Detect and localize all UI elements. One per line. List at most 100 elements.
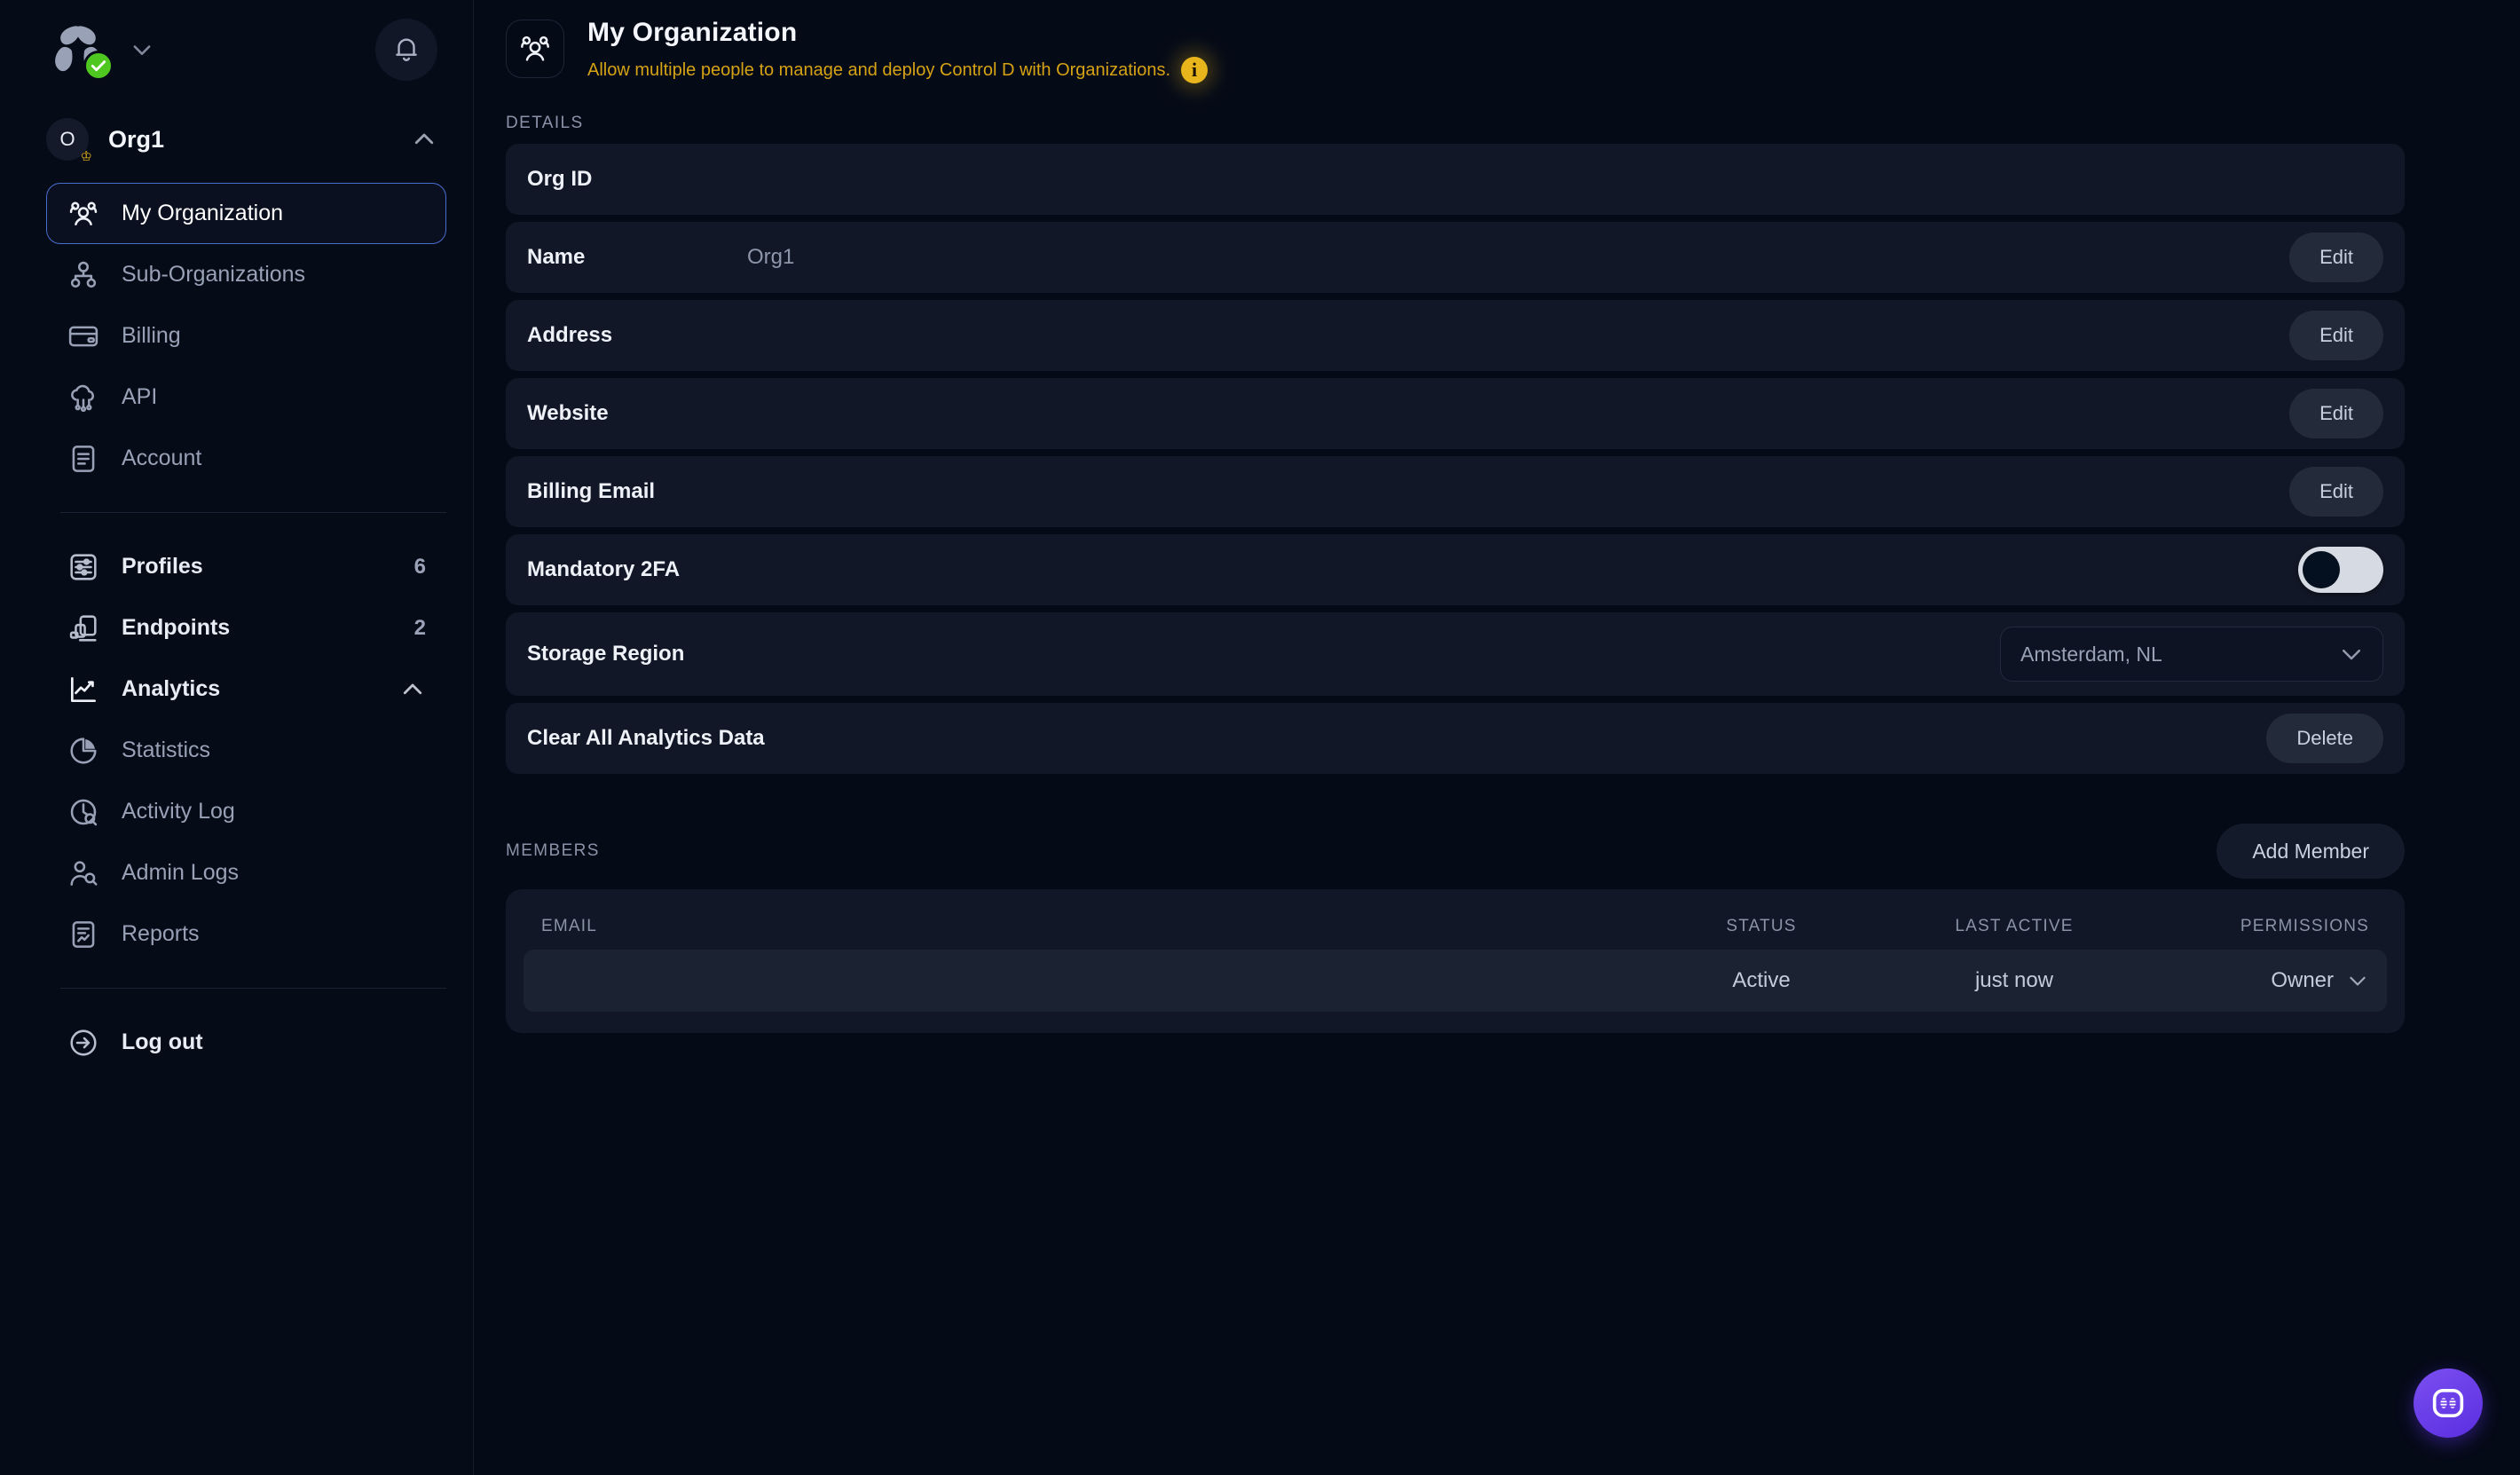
detail-row-clear-analytics: Clear All Analytics Data Delete: [506, 703, 2405, 774]
report-document-icon: [67, 918, 100, 951]
chevron-up-icon[interactable]: [411, 126, 437, 153]
sidebar-item-label: Profiles: [122, 554, 203, 579]
detail-label: Storage Region: [527, 642, 685, 666]
detail-row-website: Website Edit: [506, 378, 2405, 449]
app-root: O ♔ Org1 My Organization Sub-Organizatio…: [0, 0, 2520, 1475]
column-header-email: EMAIL: [541, 917, 598, 935]
detail-label: Website: [527, 401, 609, 425]
info-icon[interactable]: i: [1181, 57, 1209, 83]
account-document-icon: [67, 442, 100, 476]
edit-website-button[interactable]: Edit: [2289, 389, 2383, 438]
details-section-label: DETAILS: [506, 114, 584, 132]
sidebar-item-analytics[interactable]: Analytics: [46, 659, 446, 720]
sidebar-item-label: Sub-Organizations: [122, 262, 306, 287]
column-header-last-active: LAST ACTIVE: [1955, 917, 2074, 935]
edit-name-button[interactable]: Edit: [2289, 233, 2383, 282]
members-table: EMAIL STATUS LAST ACTIVE PERMISSIONS Act…: [506, 889, 2405, 1033]
members-section-label: MEMBERS: [506, 841, 600, 860]
page-subtitle-wrap: Allow multiple people to manage and depl…: [587, 57, 1209, 83]
sidebar-item-count: 2: [413, 615, 426, 640]
table-row[interactable]: Active just now Owner: [524, 950, 2387, 1012]
details-panel: Org ID Name Org1 Edit Address Edit Websi…: [506, 144, 2405, 774]
sidebar-item-billing[interactable]: Billing: [46, 305, 446, 367]
devices-icon: [67, 611, 100, 645]
edit-billing-email-button[interactable]: Edit: [2289, 467, 2383, 517]
api-cloud-icon: [67, 381, 100, 414]
storage-region-select[interactable]: Amsterdam, NL: [2000, 627, 2383, 682]
sliders-icon: [67, 550, 100, 584]
notifications-button[interactable]: [375, 19, 437, 81]
org-avatar-letter: O: [59, 128, 75, 150]
add-member-button[interactable]: Add Member: [2217, 824, 2405, 879]
bell-icon: [396, 38, 417, 61]
sidebar-divider-2: [60, 988, 446, 989]
crown-icon: ♔: [80, 149, 92, 164]
sidebar-item-label: Endpoints: [122, 615, 231, 640]
member-permissions-value: Owner: [2271, 968, 2334, 992]
sidebar-item-my-organization[interactable]: My Organization: [46, 183, 446, 244]
chevron-down-icon: [2350, 976, 2366, 986]
mandatory-2fa-toggle[interactable]: [2298, 547, 2383, 593]
members-header: MEMBERS Add Member: [506, 824, 2405, 879]
detail-row-address: Address Edit: [506, 300, 2405, 371]
sidebar-item-endpoints[interactable]: Endpoints 2: [46, 597, 446, 659]
sidebar-nav: My Organization Sub-Organizations Billin…: [0, 176, 473, 1073]
sidebar-header: [0, 0, 473, 99]
sidebar-item-label: Analytics: [122, 676, 221, 701]
brand[interactable]: [46, 22, 154, 81]
delete-analytics-button[interactable]: Delete: [2266, 714, 2383, 763]
sidebar-item-label: Statistics: [122, 738, 211, 762]
detail-row-storage-region: Storage Region Amsterdam, NL: [506, 612, 2405, 696]
chevron-down-icon[interactable]: [130, 37, 154, 62]
sidebar-divider-1: [60, 512, 446, 513]
page-subtitle: Allow multiple people to manage and depl…: [587, 59, 1171, 80]
page-title: My Organization: [587, 18, 798, 47]
detail-row-billing-email: Billing Email Edit: [506, 456, 2405, 527]
sidebar-item-profiles[interactable]: Profiles 6: [46, 536, 446, 597]
sidebar-item-sub-organizations[interactable]: Sub-Organizations: [46, 244, 446, 305]
sidebar-item-label: Account: [122, 446, 202, 470]
member-last-active: just now: [1974, 968, 2054, 992]
page-header: My Organization Allow multiple people to…: [474, 0, 2520, 83]
detail-label: Mandatory 2FA: [527, 557, 681, 581]
chevron-down-icon: [2343, 650, 2360, 660]
detail-label: Name: [527, 245, 586, 269]
sidebar-item-statistics[interactable]: Statistics: [46, 720, 446, 781]
detail-label: Address: [527, 323, 613, 347]
detail-row-mandatory-2fa: Mandatory 2FA: [506, 534, 2405, 605]
member-status: Active: [1732, 968, 1791, 992]
user-search-icon: [67, 856, 100, 890]
sidebar: O ♔ Org1 My Organization Sub-Organizatio…: [0, 0, 474, 1475]
column-header-status: STATUS: [1726, 917, 1797, 935]
sidebar-item-admin-logs[interactable]: Admin Logs: [46, 842, 446, 903]
detail-row-name: Name Org1 Edit: [506, 222, 2405, 293]
sidebar-item-label: My Organization: [122, 201, 284, 225]
toggle-knob: [2303, 551, 2340, 588]
pie-chart-icon: [67, 734, 100, 768]
detail-row-org-id: Org ID: [506, 144, 2405, 215]
org-avatar: O ♔: [46, 118, 92, 164]
sidebar-item-api[interactable]: API: [46, 367, 446, 428]
sub-organizations-icon: [67, 258, 100, 292]
org-switcher[interactable]: O ♔ Org1: [46, 106, 446, 172]
edit-address-button[interactable]: Edit: [2289, 311, 2383, 360]
sidebar-item-label: API: [122, 384, 158, 409]
sidebar-item-activity-log[interactable]: Activity Log: [46, 781, 446, 842]
detail-label: Org ID: [527, 167, 593, 191]
organization-icon: [506, 20, 564, 78]
sidebar-item-label: Log out: [122, 1029, 203, 1054]
member-permissions-select[interactable]: Owner: [2147, 968, 2369, 993]
sidebar-item-label: Billing: [122, 323, 181, 348]
chevron-up-icon[interactable]: [399, 676, 426, 703]
detail-label: Billing Email: [527, 479, 656, 503]
clock-search-icon: [67, 795, 100, 829]
sidebar-item-account[interactable]: Account: [46, 428, 446, 489]
organization-icon: [67, 197, 100, 231]
sidebar-item-reports[interactable]: Reports: [46, 903, 446, 965]
control-d-logo-icon: [46, 22, 114, 81]
support-chat-button[interactable]: [2414, 1369, 2483, 1438]
sidebar-item-count: 6: [413, 554, 426, 579]
detail-value: Org1: [747, 245, 795, 269]
sidebar-item-logout[interactable]: Log out: [46, 1012, 446, 1073]
sidebar-item-label: Admin Logs: [122, 860, 240, 885]
